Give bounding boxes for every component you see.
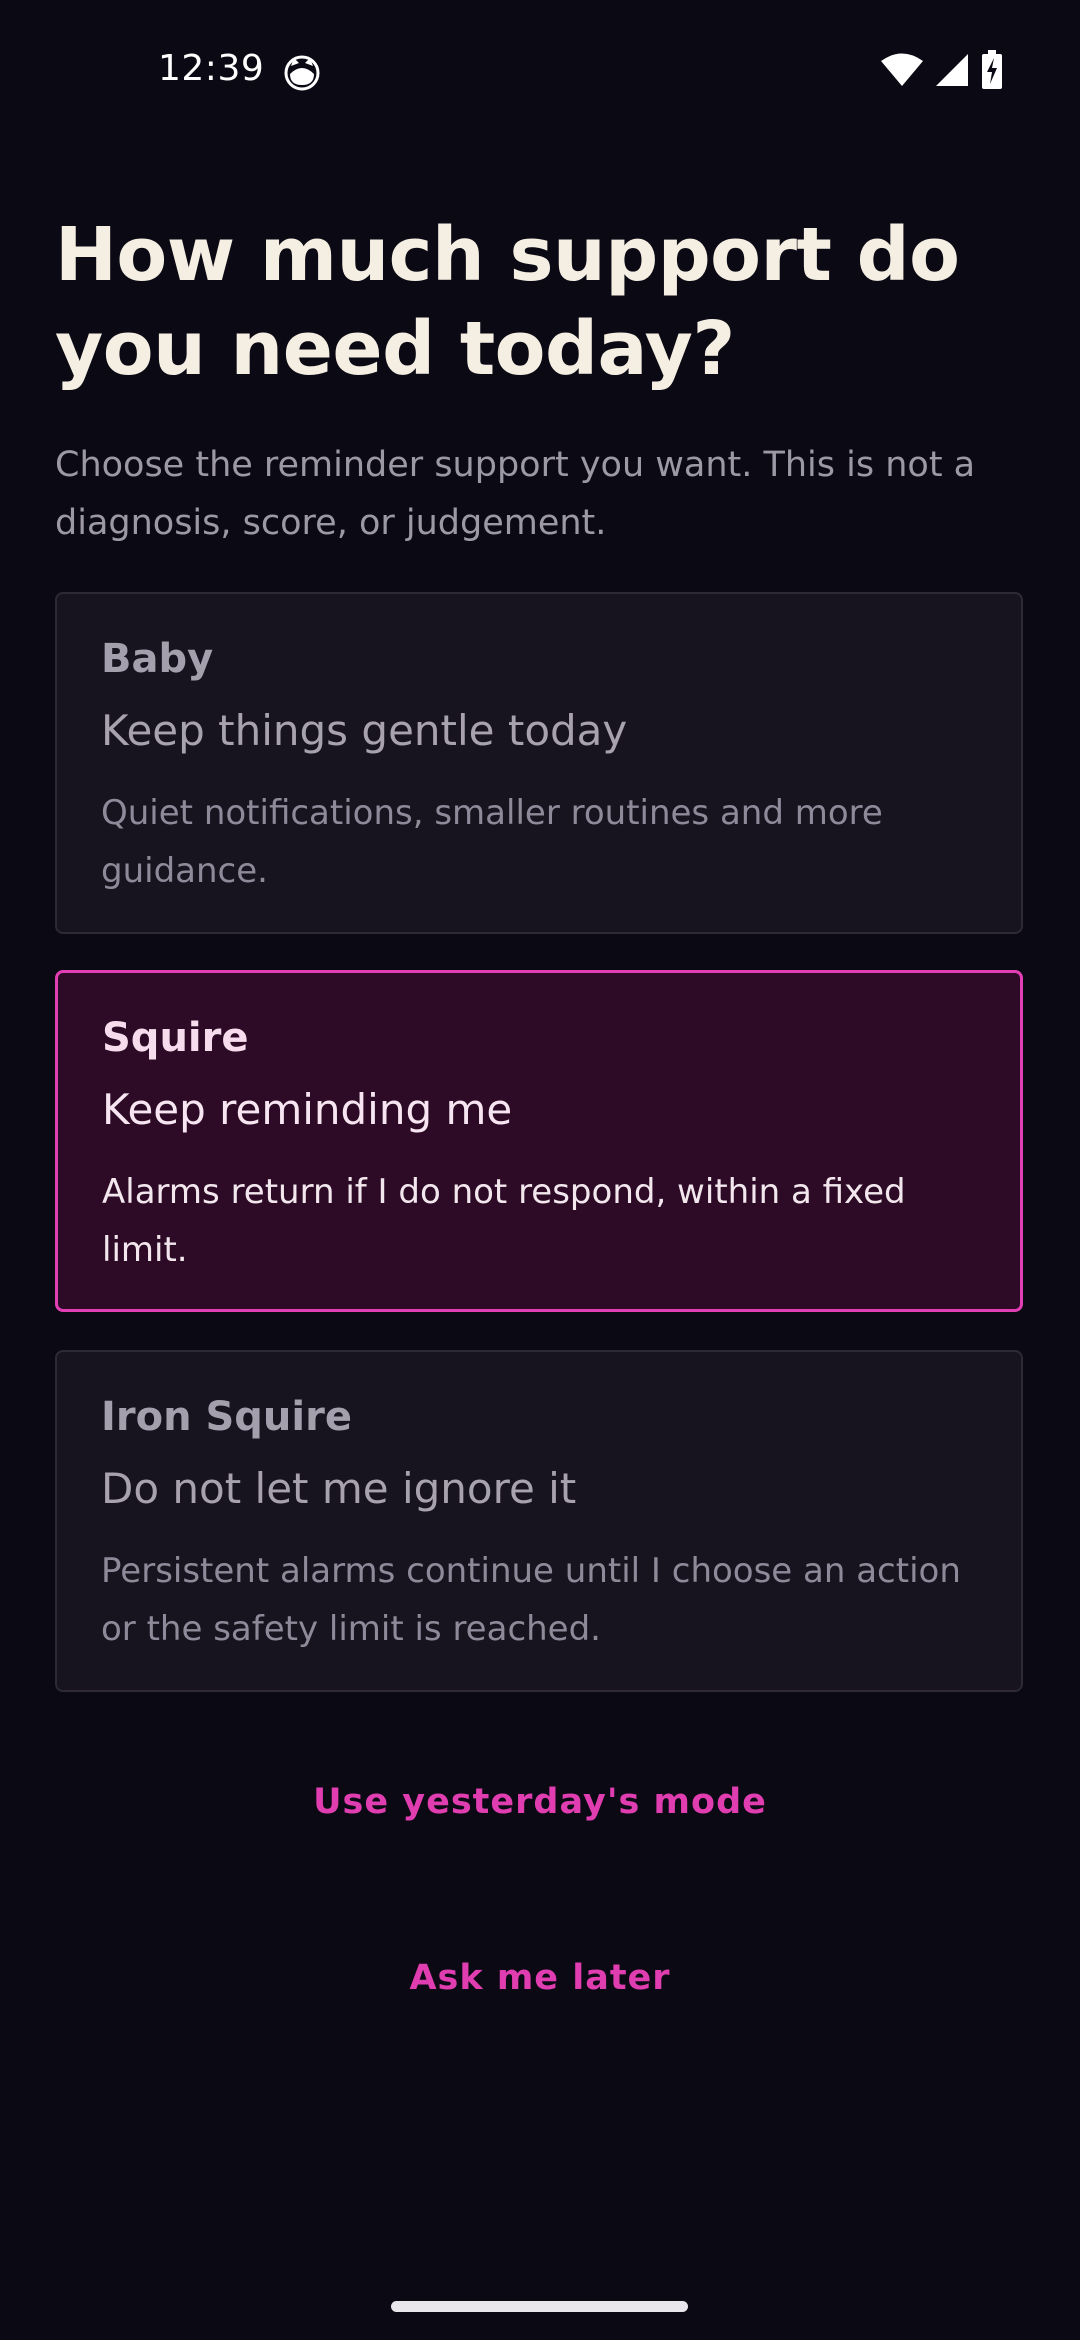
page-subtitle: Choose the reminder support you want. Th… [55, 445, 976, 543]
option-card-iron-squire[interactable]: Iron Squire Do not let me ignore it Pers… [55, 1350, 1023, 1692]
home-indicator[interactable] [391, 2301, 688, 2312]
option-tagline: Keep things gentle today [101, 706, 628, 755]
option-card-baby[interactable]: Baby Keep things gentle today Quiet noti… [55, 592, 1023, 934]
use-yesterdays-mode-button[interactable]: Use yesterday's mode [0, 1782, 1080, 1822]
cell-signal-icon [934, 52, 970, 92]
option-description: Alarms return if I do not respond, withi… [102, 1172, 906, 1270]
option-card-squire[interactable]: Squire Keep reminding me Alarms return i… [55, 970, 1023, 1312]
wifi-icon [880, 52, 924, 92]
option-name: Baby [101, 636, 214, 682]
status-time: 12:39 [158, 48, 265, 89]
option-tagline: Keep reminding me [102, 1085, 513, 1134]
option-name: Squire [102, 1015, 249, 1061]
battery-charging-icon [980, 50, 1004, 94]
ask-me-later-button[interactable]: Ask me later [0, 1958, 1080, 1998]
page-title: How much support do you need today? [55, 212, 960, 392]
option-description: Quiet notifications, smaller routines an… [101, 793, 883, 891]
option-name: Iron Squire [101, 1394, 352, 1440]
cat-face-icon [282, 52, 322, 92]
status-icons [880, 50, 1004, 94]
option-tagline: Do not let me ignore it [101, 1464, 577, 1513]
option-description: Persistent alarms continue until I choos… [101, 1551, 961, 1649]
status-bar: 12:39 [0, 0, 1080, 140]
